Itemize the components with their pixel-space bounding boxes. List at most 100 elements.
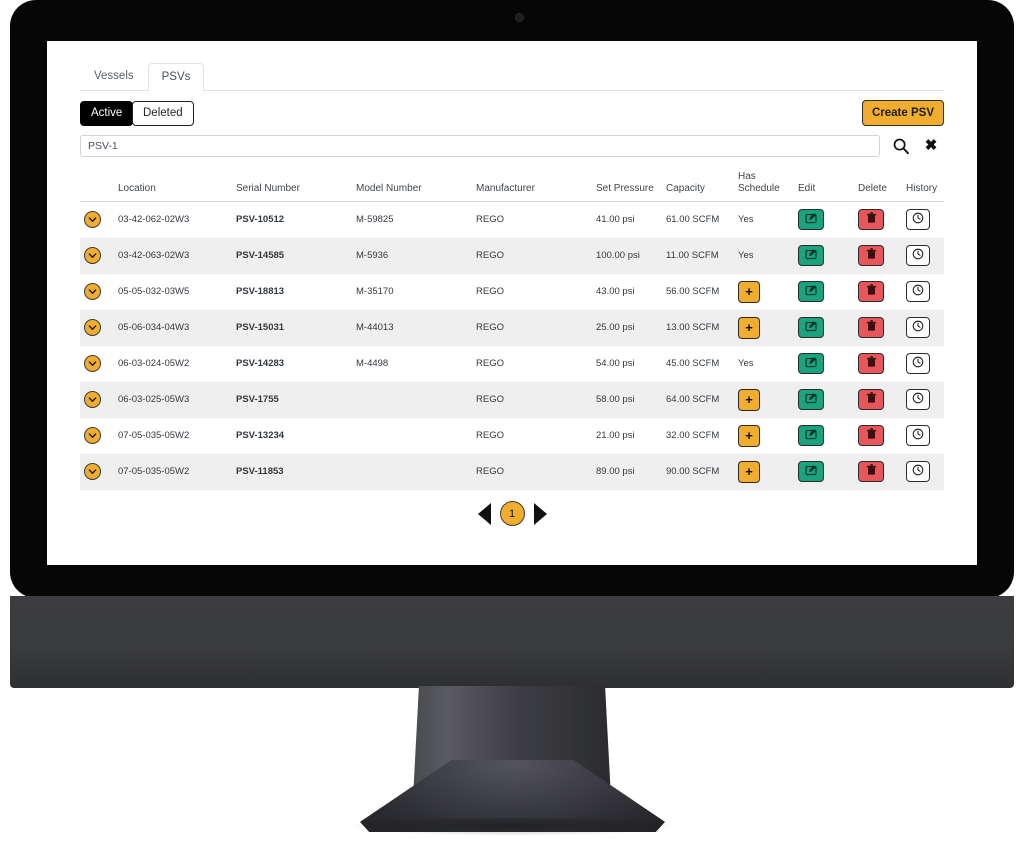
cell-history [902, 346, 944, 382]
edit-pencil-icon [805, 284, 817, 299]
delete-button[interactable] [858, 353, 884, 374]
chevron-down-icon[interactable] [84, 463, 101, 480]
edit-button[interactable] [798, 317, 824, 338]
filter-toolbar: Active Deleted Create PSV [80, 100, 944, 129]
cell-has-schedule: + [734, 310, 794, 346]
cell-manufacturer: REGO [476, 250, 504, 261]
delete-button[interactable] [858, 209, 884, 231]
cell-serial-number: PSV-14585 [236, 250, 285, 261]
delete-button[interactable] [858, 389, 884, 410]
cell-set-pressure: 89.00 psi [596, 466, 635, 477]
cell-location: 07-05-035-05W2 [118, 430, 190, 441]
history-button[interactable] [906, 389, 930, 410]
cell-serial-number: PSV-1755 [236, 394, 279, 405]
row-toggle-cell [80, 238, 114, 274]
history-button[interactable] [906, 281, 930, 302]
cell-history [902, 310, 944, 346]
chevron-down-icon[interactable] [84, 319, 101, 336]
chevron-down-icon[interactable] [84, 391, 101, 408]
history-button[interactable] [906, 245, 930, 266]
add-schedule-button[interactable]: + [738, 460, 760, 483]
cell-edit [794, 310, 854, 346]
cell-history [902, 418, 944, 454]
chevron-down-icon[interactable] [84, 211, 101, 229]
edit-button[interactable] [798, 209, 824, 231]
cell-set-pressure: 25.00 psi [596, 322, 635, 333]
row-toggle-cell [80, 202, 114, 238]
cell-edit [794, 346, 854, 382]
cell-serial-number: PSV-18813 [236, 286, 285, 297]
table-row: 07-05-035-05W2 PSV-11853 REGO 89.00 psi 90.0… [80, 453, 944, 490]
cell-edit [794, 238, 854, 274]
delete-button[interactable] [858, 461, 884, 482]
cell-capacity: 13.00 SCFM [666, 322, 720, 333]
trash-icon [866, 428, 877, 443]
add-schedule-button[interactable]: + [738, 316, 760, 339]
history-button[interactable] [906, 461, 930, 482]
cell-delete [854, 274, 902, 310]
chevron-down-icon[interactable] [84, 427, 101, 444]
table-row: 05-06-034-04W3 PSV-15031 M-44013 REGO 25.00 … [80, 309, 944, 346]
col-header-set-pressure: Set Pressure [592, 169, 662, 202]
trash-icon [866, 212, 877, 227]
tab-vessels[interactable]: Vessels [80, 62, 148, 90]
history-button[interactable] [906, 317, 930, 338]
trash-icon [866, 284, 877, 299]
table-row: 06-03-025-05W3 PSV-1755 REGO 58.00 psi 64.00… [80, 381, 944, 418]
filter-active-button[interactable]: Active [80, 101, 134, 126]
clock-icon [912, 248, 924, 263]
cell-delete [854, 202, 902, 238]
create-psv-button[interactable]: Create PSV [861, 100, 944, 126]
monitor-shadow [352, 818, 674, 836]
cell-capacity: 56.00 SCFM [666, 286, 720, 297]
col-header-edit: Edit [794, 169, 854, 202]
cell-edit [794, 274, 854, 310]
cell-has-schedule: + [734, 382, 794, 418]
chevron-down-icon[interactable] [84, 355, 101, 372]
cell-set-pressure: 21.00 psi [596, 430, 635, 441]
edit-button[interactable] [798, 281, 824, 302]
search-input[interactable] [80, 135, 880, 157]
history-button[interactable] [906, 209, 930, 231]
delete-button[interactable] [858, 425, 884, 446]
add-schedule-button[interactable]: + [738, 388, 760, 411]
delete-button[interactable] [858, 245, 884, 266]
clock-icon [912, 320, 924, 335]
chevron-down-icon[interactable] [84, 247, 101, 264]
cell-manufacturer: REGO [476, 322, 504, 333]
cell-location: 06-03-025-05W3 [118, 394, 190, 405]
edit-button[interactable] [798, 425, 824, 446]
cell-location: 06-03-024-05W2 [118, 358, 190, 369]
edit-button[interactable] [798, 245, 824, 266]
tab-psvs[interactable]: PSVs [147, 63, 205, 91]
filter-deleted-button[interactable]: Deleted [132, 101, 194, 126]
add-schedule-button[interactable]: + [738, 424, 760, 447]
pagination-page-1[interactable]: 1 [499, 501, 525, 526]
delete-button[interactable] [858, 281, 884, 302]
cell-location: 03-42-062-02W3 [118, 214, 190, 226]
chevron-down-icon[interactable] [84, 283, 101, 300]
cell-manufacturer: REGO [476, 394, 504, 405]
pagination-next-button[interactable] [533, 502, 547, 525]
cell-edit [794, 418, 854, 454]
cell-capacity: 45.00 SCFM [666, 358, 720, 369]
add-schedule-button[interactable]: + [738, 280, 760, 303]
edit-button[interactable] [798, 461, 824, 482]
history-button[interactable] [906, 353, 930, 374]
search-icon[interactable] [891, 136, 911, 156]
table-row: 03-42-063-02W3 PSV-14585 M-5936 REGO 100.00 … [80, 237, 944, 274]
clock-icon [912, 428, 924, 443]
close-icon[interactable]: ✖ [921, 136, 941, 156]
search-toolbar: ✖ [80, 135, 944, 159]
pagination-prev-button[interactable] [477, 502, 491, 525]
delete-button[interactable] [858, 317, 884, 338]
col-header-model-number: Model Number [352, 169, 472, 202]
cell-manufacturer: REGO [476, 466, 504, 477]
edit-button[interactable] [798, 389, 824, 410]
history-button[interactable] [906, 425, 930, 446]
cell-has-schedule: + [734, 454, 794, 490]
cell-set-pressure: 41.00 psi [596, 214, 635, 226]
cell-capacity: 90.00 SCFM [666, 466, 720, 477]
edit-pencil-icon [805, 356, 817, 371]
edit-button[interactable] [798, 353, 824, 374]
